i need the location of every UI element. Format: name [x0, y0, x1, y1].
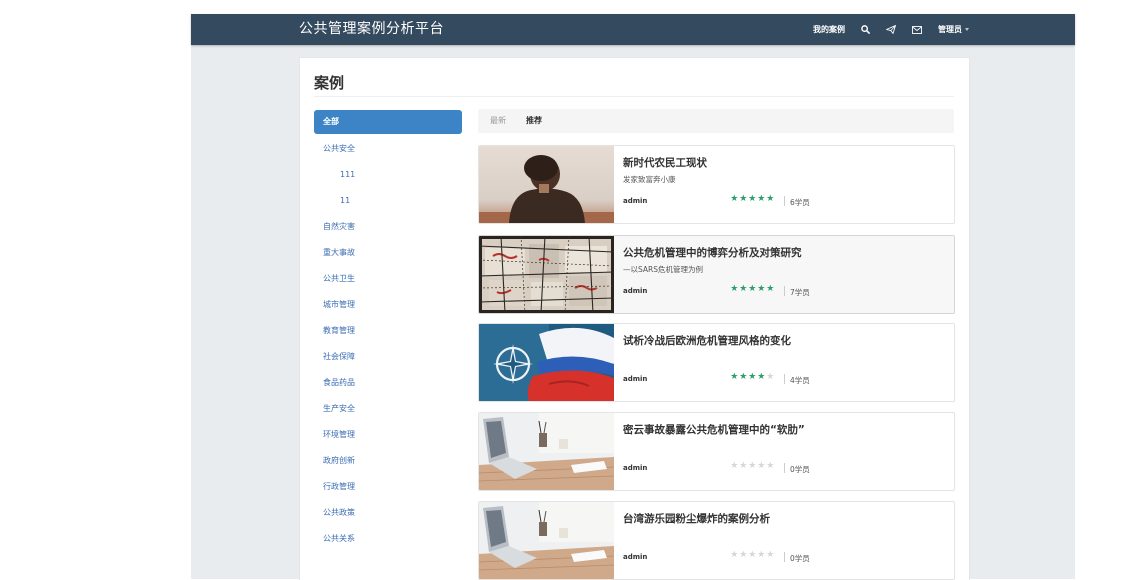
star-icon: ★: [739, 372, 748, 382]
case-thumbnail[interactable]: [479, 236, 614, 313]
tab-recommended[interactable]: 推荐: [526, 109, 542, 133]
sidebar-item-major-accident[interactable]: 重大事故: [314, 240, 462, 266]
student-count: 0学员: [790, 554, 810, 563]
sidebar-subitem-111[interactable]: 111: [314, 162, 462, 188]
case-card[interactable]: 密云事故暴露公共危机管理中的“软肋” admin ★ ★ ★ ★ ★ 0学员: [478, 412, 955, 491]
navbar-right: 我的案例 管理员: [813, 14, 969, 45]
star-icon: ★: [757, 372, 766, 382]
rating-stars: ★ ★ ★ ★ ★: [730, 284, 775, 294]
my-cases-link[interactable]: 我的案例: [813, 24, 845, 35]
case-author: admin: [623, 287, 648, 295]
case-author: admin: [623, 464, 648, 472]
content-panel: 案例 全部 公共安全 111 11 自然灾害 重大事故 公共卫生 城市管理 教育…: [299, 57, 970, 580]
star-icon: ★: [757, 194, 766, 204]
star-icon: ★: [748, 461, 757, 471]
student-count: 0学员: [790, 465, 810, 474]
caret-down-icon: [965, 28, 969, 31]
sidebar-item-all[interactable]: 全部: [314, 110, 462, 134]
star-icon: ★: [766, 550, 775, 560]
page-title: 案例: [314, 74, 345, 92]
star-icon: ★: [757, 461, 766, 471]
student-count: 6学员: [790, 198, 810, 207]
case-thumbnail[interactable]: [479, 324, 614, 401]
rating-stars: ★ ★ ★ ★ ★: [730, 461, 775, 471]
star-icon: ★: [739, 194, 748, 204]
category-sidebar: 全部 公共安全 111 11 自然灾害 重大事故 公共卫生 城市管理 教育管理 …: [314, 110, 462, 552]
tab-latest[interactable]: 最新: [490, 109, 506, 133]
case-thumbnail[interactable]: [479, 502, 614, 579]
case-subtitle: —以SARS危机管理为例: [623, 265, 704, 274]
star-icon: ★: [730, 284, 739, 294]
star-icon: ★: [766, 194, 775, 204]
divider: [784, 463, 785, 473]
star-icon: ★: [757, 550, 766, 560]
sidebar-item-gov-innovation[interactable]: 政府创新: [314, 448, 462, 474]
star-icon: ★: [730, 550, 739, 560]
sidebar-item-public-safety[interactable]: 公共安全: [314, 136, 462, 162]
case-author: admin: [623, 553, 648, 561]
rating-stars: ★ ★ ★ ★ ★: [730, 194, 775, 204]
case-author: admin: [623, 375, 648, 383]
top-navbar: 公共管理案例分析平台 我的案例 管理员: [191, 14, 1075, 45]
divider: [784, 196, 785, 206]
star-icon: ★: [748, 194, 757, 204]
case-title[interactable]: 台湾游乐园粉尘爆炸的案例分析: [623, 511, 770, 526]
sidebar-item-social-security[interactable]: 社会保障: [314, 344, 462, 370]
sidebar-subitem-11[interactable]: 11: [314, 188, 462, 214]
case-title[interactable]: 试析冷战后欧洲危机管理风格的变化: [623, 333, 791, 348]
star-icon: ★: [766, 461, 775, 471]
sidebar-item-public-policy[interactable]: 公共政策: [314, 500, 462, 526]
case-subtitle: 发家致富奔小康: [623, 175, 676, 184]
star-icon: ★: [766, 284, 775, 294]
star-icon: ★: [739, 284, 748, 294]
sidebar-item-public-relations[interactable]: 公共关系: [314, 526, 462, 552]
rating-stars: ★ ★ ★ ★ ★: [730, 550, 775, 560]
case-card[interactable]: 试析冷战后欧洲危机管理风格的变化 admin ★ ★ ★ ★ ★ 4学员: [478, 323, 955, 402]
brand-title[interactable]: 公共管理案例分析平台: [299, 14, 444, 45]
admin-label: 管理员: [938, 25, 962, 34]
case-title[interactable]: 密云事故暴露公共危机管理中的“软肋”: [623, 422, 805, 437]
sidebar-item-urban-management[interactable]: 城市管理: [314, 292, 462, 318]
sidebar-item-production-safety[interactable]: 生产安全: [314, 396, 462, 422]
case-card[interactable]: 台湾游乐园粉尘爆炸的案例分析 admin ★ ★ ★ ★ ★ 0学员: [478, 501, 955, 580]
star-icon: ★: [748, 284, 757, 294]
case-thumbnail[interactable]: [479, 413, 614, 490]
rating-stars: ★ ★ ★ ★ ★: [730, 372, 775, 382]
case-thumbnail[interactable]: [479, 146, 614, 223]
student-count: 4学员: [790, 376, 810, 385]
star-icon: ★: [739, 550, 748, 560]
case-author: admin: [623, 197, 648, 205]
student-count: 7学员: [790, 288, 810, 297]
case-title[interactable]: 公共危机管理中的博弈分析及对策研究: [623, 245, 802, 260]
divider: [784, 374, 785, 384]
star-icon: ★: [748, 372, 757, 382]
sidebar-item-education[interactable]: 教育管理: [314, 318, 462, 344]
sidebar-item-administration[interactable]: 行政管理: [314, 474, 462, 500]
envelope-icon[interactable]: [912, 25, 922, 34]
title-divider: [314, 96, 954, 97]
divider: [784, 552, 785, 562]
sort-tabs: 最新 推荐: [478, 109, 954, 133]
case-card[interactable]: 新时代农民工现状 发家致富奔小康 admin ★ ★ ★ ★ ★ 6学员: [478, 145, 955, 224]
sidebar-item-natural-disaster[interactable]: 自然灾害: [314, 214, 462, 240]
star-icon: ★: [748, 550, 757, 560]
star-icon: ★: [730, 461, 739, 471]
case-card[interactable]: 公共危机管理中的博弈分析及对策研究 —以SARS危机管理为例 admin ★ ★ ★…: [478, 235, 955, 314]
divider: [784, 286, 785, 296]
sidebar-item-food-drug[interactable]: 食品药品: [314, 370, 462, 396]
paper-plane-icon[interactable]: [886, 25, 896, 34]
case-title[interactable]: 新时代农民工现状: [623, 155, 707, 170]
star-icon: ★: [730, 372, 739, 382]
star-icon: ★: [766, 372, 775, 382]
sidebar-item-environment[interactable]: 环境管理: [314, 422, 462, 448]
admin-menu[interactable]: 管理员: [938, 24, 969, 35]
star-icon: ★: [757, 284, 766, 294]
star-icon: ★: [739, 461, 748, 471]
sidebar-item-public-health[interactable]: 公共卫生: [314, 266, 462, 292]
search-icon[interactable]: [861, 25, 870, 34]
star-icon: ★: [730, 194, 739, 204]
